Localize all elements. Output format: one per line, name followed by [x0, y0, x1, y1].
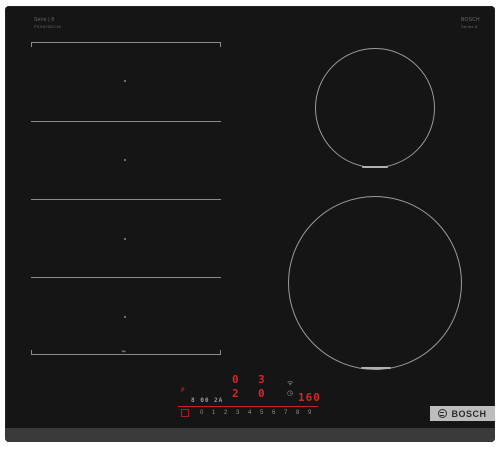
flex-zone-top-line — [31, 42, 221, 43]
flex-zone-divider-1 — [31, 121, 221, 122]
display-right: 160 — [298, 391, 321, 404]
scale-mark-9[interactable]: 9 — [308, 410, 311, 416]
model-label-left: PXX675DC1E — [34, 24, 62, 29]
display-left-top: 0 — [232, 373, 240, 386]
rear-right-zone-marker — [362, 166, 388, 168]
series-label-left: Serie | 8 — [34, 17, 55, 23]
power-slider[interactable] — [178, 406, 318, 407]
main-switch-icon[interactable] — [181, 409, 189, 417]
scale-mark-6[interactable]: 6 — [272, 410, 275, 416]
scale-mark-4[interactable]: 4 — [248, 410, 251, 416]
flex-zone-tick — [220, 42, 221, 47]
flex-zone-tick — [31, 350, 32, 355]
scale-mark-3[interactable]: 3 — [236, 410, 239, 416]
flex-zone-tick — [220, 350, 221, 355]
scale-mark-5[interactable]: 5 — [260, 410, 263, 416]
flex-zone-dot-4 — [124, 316, 126, 318]
display-mid-bottom: 0 — [258, 387, 266, 400]
flex-zone-dot-1 — [124, 80, 126, 82]
front-right-cooking-zone[interactable] — [288, 196, 462, 370]
brand-plate: BOSCH — [430, 406, 495, 421]
flex-zone-dot-2 — [124, 159, 126, 161]
scale-mark-2[interactable]: 2 — [224, 410, 227, 416]
bosch-logo-icon — [438, 409, 448, 418]
flex-zone-divider-2 — [31, 199, 221, 200]
scale-mark-7[interactable]: 7 — [284, 410, 287, 416]
display-mid-top: 3 — [258, 373, 266, 386]
scale-mark-0[interactable]: 0 — [200, 410, 203, 416]
scale-mark-8[interactable]: 8 — [296, 410, 299, 416]
cooktop-frame-edge — [5, 428, 495, 442]
rear-right-cooking-zone[interactable] — [315, 48, 435, 168]
scale-mark-1[interactable]: 1 — [212, 410, 215, 416]
brand-name: BOSCH — [451, 408, 487, 419]
flex-zone-tick — [31, 42, 32, 47]
brand-label-right: BOSCH — [461, 17, 480, 23]
small-indicator-text: 8 00 2A — [191, 397, 224, 404]
timer-icon[interactable]: ◷ — [287, 390, 293, 397]
series-label-right: Series 8 — [461, 24, 478, 29]
front-right-zone-marker — [361, 367, 391, 369]
flex-zone-divider-3 — [31, 277, 221, 278]
pan-symbol-icon: ⌁ — [121, 346, 127, 356]
display-left-bottom: 2 — [232, 387, 240, 400]
wifi-icon[interactable]: ᯤ — [287, 380, 293, 387]
power-indicator: P — [181, 387, 186, 394]
flex-zone-dot-3 — [124, 238, 126, 240]
